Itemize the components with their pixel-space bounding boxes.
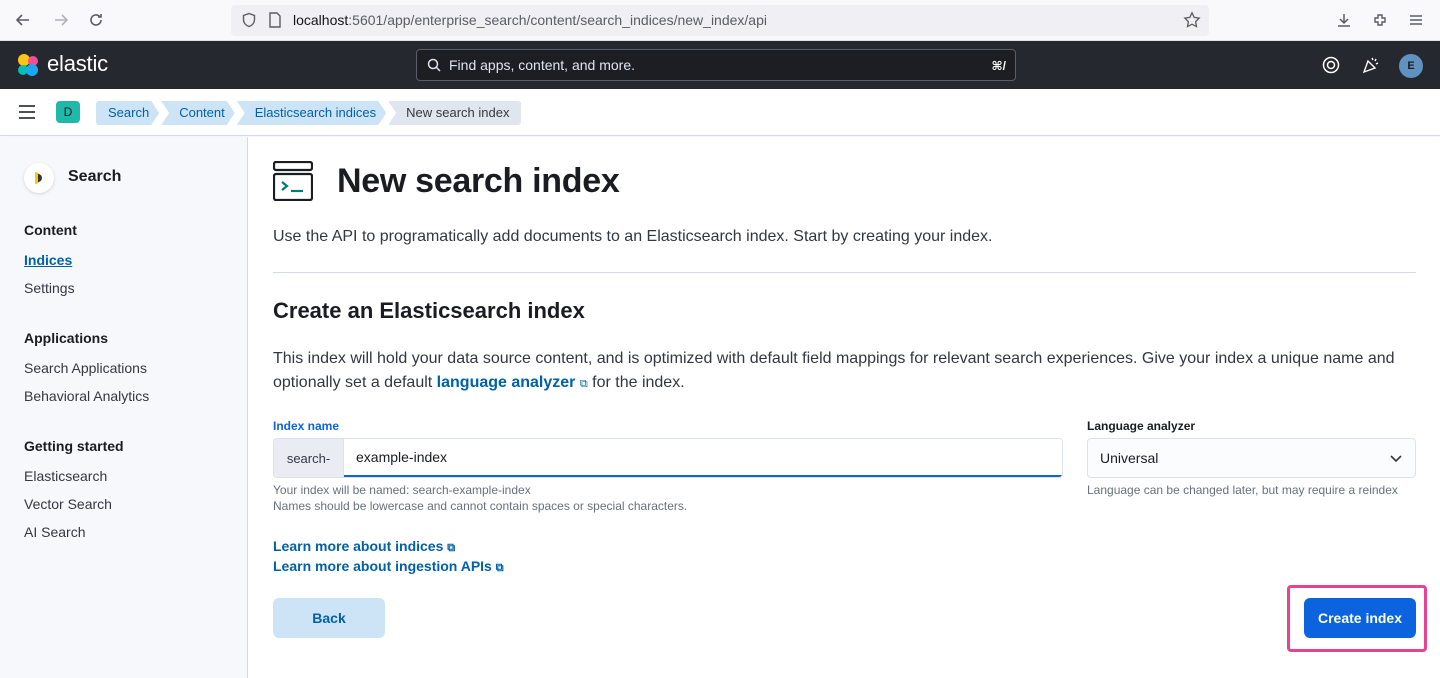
language-analyzer-label: Language analyzer [1087,419,1196,433]
console-icon [272,160,314,206]
breadcrumb: Search Content Elasticsearch indices New… [96,101,523,125]
sidebar-item-indices[interactable]: Indices [24,252,72,268]
learn-more-indices-text[interactable]: Learn more about indices [273,538,443,554]
help-icon[interactable] [1322,56,1340,79]
page-title: New search index [337,162,620,200]
global-search-placeholder: Find apps, content, and more. [449,57,635,73]
app-header: elastic Find apps, content, and more. ⌘/… [0,41,1440,89]
sidebar-item-elasticsearch[interactable]: Elasticsearch [24,468,107,484]
language-analyzer-link[interactable]: language analyzer [437,374,576,391]
language-analyzer-value: Universal [1100,450,1159,466]
external-link-icon: ⧉ [495,562,504,574]
section-title: Create an Elasticsearch index [273,298,585,323]
section-description: This index will hold your data source co… [273,347,1413,396]
index-name-label: Index name [273,419,340,433]
url-text[interactable]: localhost:5601/app/enterprise_search/con… [293,12,767,28]
sidebar: Search Content Indices Settings Applicat… [0,137,248,678]
external-link-icon: ⧉ [579,378,588,390]
index-prefix: search- [274,439,344,477]
breadcrumb-bar: D Search Content Elasticsearch indices N… [0,89,1440,136]
page-icon [268,12,282,33]
breadcrumb-new-search-index: New search index [388,101,522,125]
reload-icon[interactable] [84,8,108,32]
breadcrumb-search[interactable]: Search [96,101,159,125]
breadcrumb-elasticsearch-indices[interactable]: Elasticsearch indices [237,101,386,125]
learn-more-ingestion-text[interactable]: Learn more about ingestion APIs [273,558,492,574]
learn-more-indices-link[interactable]: Learn more about indices ⧉ [273,538,455,555]
breadcrumb-content[interactable]: Content [161,101,235,125]
extensions-icon[interactable] [1368,8,1392,32]
sidebar-item-settings[interactable]: Settings [24,280,75,296]
search-app-logo-icon [24,163,54,193]
global-search-input[interactable]: Find apps, content, and more. ⌘/ [416,49,1016,81]
menu-icon[interactable] [1404,8,1428,32]
shield-icon[interactable] [241,12,257,33]
highlight-box [1287,585,1427,652]
url-bar[interactable]: localhost:5601/app/enterprise_search/con… [231,5,1209,36]
hamburger-menu-icon[interactable] [18,104,36,125]
sidebar-group-content: Content [24,222,77,238]
back-button[interactable]: Back [273,598,385,638]
keyboard-shortcut-hint: ⌘/ [991,59,1006,73]
download-icon[interactable] [1332,8,1356,32]
index-name-help: Your index will be named: search-example… [273,483,531,497]
sidebar-group-applications: Applications [24,330,109,346]
index-name-field: search- [273,438,1063,478]
elastic-logo-icon[interactable] [15,52,41,83]
sidebar-item-behavioral-analytics[interactable]: Behavioral Analytics [24,388,149,404]
sidebar-item-ai-search[interactable]: AI Search [24,524,85,540]
language-analyzer-help: Language can be changed later, but may r… [1087,483,1398,497]
index-name-input[interactable] [344,439,1062,477]
language-analyzer-select[interactable]: Universal [1087,438,1416,478]
chevron-down-icon [1389,451,1403,470]
search-icon [427,58,441,77]
learn-more-ingestion-link[interactable]: Learn more about ingestion APIs ⧉ [273,558,504,575]
external-link-icon: ⧉ [447,542,456,554]
user-avatar[interactable]: E [1399,54,1423,78]
space-avatar[interactable]: D [56,101,80,123]
sidebar-title: Search [68,168,122,185]
main-content: New search index Use the API to programa… [249,137,1440,678]
index-name-rules: Names should be lowercase and cannot con… [273,499,688,513]
divider [273,272,1416,273]
page-description: Use the API to programatically add docum… [273,228,993,245]
elastic-logo-text[interactable]: elastic [47,51,108,77]
section-description-tail: for the index. [587,374,685,391]
browser-toolbar: localhost:5601/app/enterprise_search/con… [0,0,1440,41]
sidebar-item-vector-search[interactable]: Vector Search [24,496,112,512]
forward-arrow-icon[interactable] [49,8,73,32]
back-arrow-icon[interactable] [11,8,35,32]
bookmark-star-icon[interactable] [1183,11,1201,34]
sidebar-item-search-applications[interactable]: Search Applications [24,360,147,376]
sidebar-group-getting-started: Getting started [24,438,124,454]
news-feed-icon[interactable] [1361,55,1381,80]
